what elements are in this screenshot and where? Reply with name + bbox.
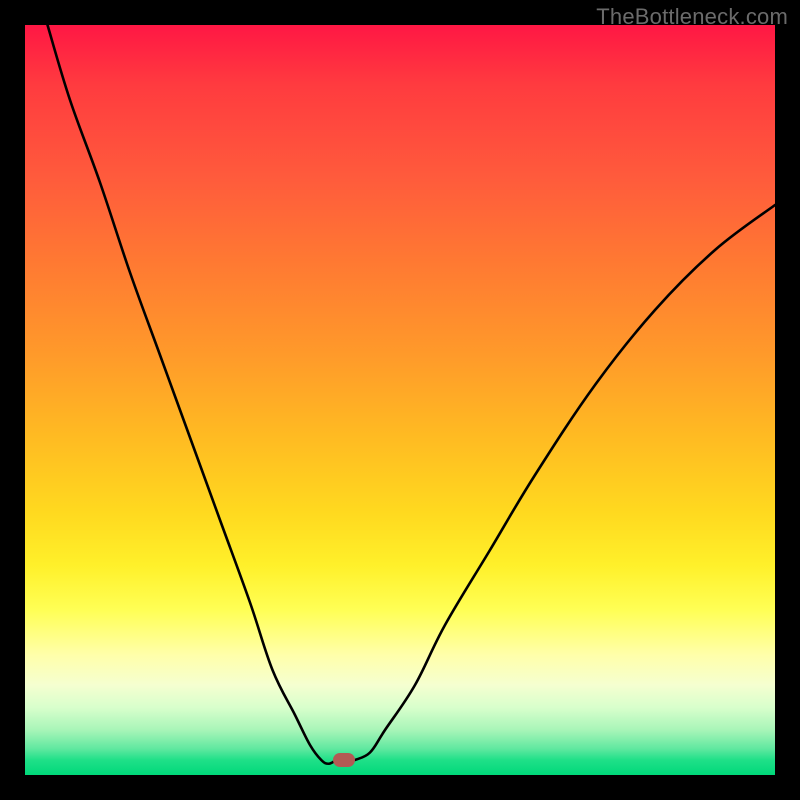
chart-frame: TheBottleneck.com — [0, 0, 800, 800]
plot-area — [25, 25, 775, 775]
bottleneck-curve — [25, 25, 775, 775]
bottleneck-marker — [333, 753, 355, 767]
watermark-text: TheBottleneck.com — [596, 4, 788, 30]
curve-right-branch — [355, 205, 775, 760]
curve-left-branch — [48, 25, 337, 764]
